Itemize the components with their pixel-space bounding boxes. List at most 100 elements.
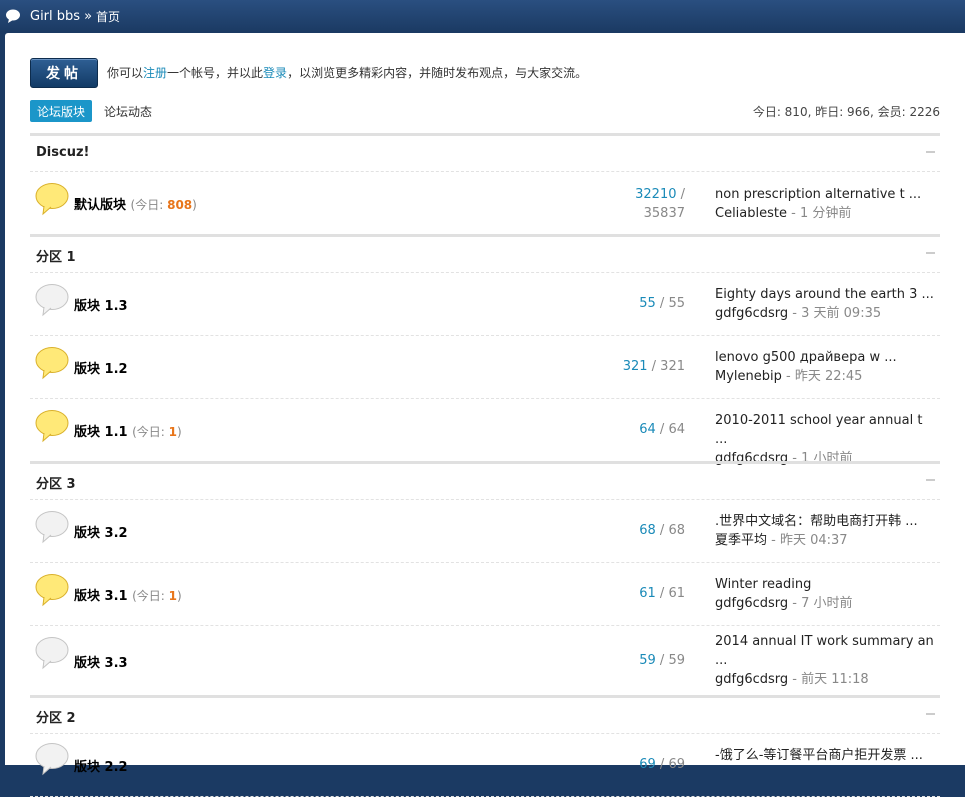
- forum-row: 版块 1.1 (今日: 1) 64 / 64 2010-2011 school …: [30, 399, 940, 466]
- forum-row: 版块 3.3 59 / 59 2014 annual IT work summa…: [30, 626, 940, 697]
- thread-post-counts: 321 / 321: [622, 359, 685, 374]
- breadcrumb-separator: »: [84, 8, 93, 24]
- register-link[interactable]: 注册: [143, 66, 167, 80]
- forum-name-text[interactable]: 版块 3.1: [74, 589, 128, 604]
- thread-count: 64: [639, 422, 656, 437]
- last-post: .世界中文域名：帮助电商打开韩 ... 夏季平均 - 昨天 04:37: [715, 512, 937, 550]
- today-count: (今日: 1): [132, 589, 182, 603]
- forum-name[interactable]: 版块 1.1 (今日: 1): [74, 421, 182, 440]
- group-name[interactable]: 分区 2: [36, 707, 76, 726]
- last-post: 2014 annual IT work summary an ... gdfg6c…: [715, 632, 937, 689]
- thread-count: 321: [622, 359, 648, 374]
- thread-post-counts: 64 / 64: [639, 422, 685, 437]
- today-label: 今日:: [135, 198, 168, 212]
- last-post-time: - 3 天前 09:35: [788, 306, 882, 321]
- thread-count: 59: [639, 653, 656, 668]
- last-post-title[interactable]: lenovo g500 драйвера w ...: [715, 350, 897, 365]
- thread-count: 68: [639, 523, 656, 538]
- main-content: 发帖 你可以注册一个帐号，并以此登录，以浏览更多精彩内容，并随时发布观点，与大家…: [5, 33, 965, 797]
- forum-name-text[interactable]: 版块 1.1: [74, 425, 128, 440]
- today-count: (今日: 808): [130, 198, 197, 212]
- forum-row: 版块 2.2 69 / 69 -饿了么-等订餐平台商户拒开发票 ...: [30, 734, 940, 797]
- forum-name[interactable]: 版块 3.2: [74, 522, 128, 541]
- last-post-title[interactable]: .世界中文域名：帮助电商打开韩 ...: [715, 514, 918, 529]
- notice-text-3: ，以浏览更多精彩内容，并随时发布观点，与大家交流。: [287, 66, 588, 80]
- new-posts-bubble-icon: [35, 183, 69, 216]
- last-post-title[interactable]: non prescription alternative t ...: [715, 187, 921, 202]
- last-post-time: - 昨天 04:37: [767, 533, 848, 548]
- last-post-user[interactable]: Celiableste: [715, 206, 787, 221]
- today-label: 今日:: [136, 589, 169, 603]
- last-post-title[interactable]: -饿了么-等订餐平台商户拒开发票 ...: [715, 748, 923, 763]
- notice-text-2: 一个帐号，并以此: [167, 66, 264, 80]
- tab-bar: 论坛版块 论坛动态 今日: 810, 昨日: 966, 会员: 2226: [30, 100, 940, 122]
- login-link[interactable]: 登录: [263, 66, 287, 80]
- forum-name[interactable]: 版块 3.3: [74, 652, 128, 671]
- last-post-user[interactable]: gdfg6cdsrg: [715, 596, 788, 611]
- today-number: 1: [168, 425, 177, 439]
- last-post-time: - 1 分钟前: [787, 206, 852, 221]
- collapse-icon[interactable]: [926, 252, 935, 254]
- last-post-user[interactable]: Mylenebip: [715, 369, 782, 384]
- no-new-posts-bubble-icon: [35, 743, 69, 776]
- group-header-1: 分区 1: [30, 234, 940, 273]
- thread-post-counts: 32210 /35837: [635, 187, 685, 221]
- forum-name[interactable]: 版块 3.1 (今日: 1): [74, 585, 182, 604]
- new-posts-bubble-icon: [35, 410, 69, 443]
- group-name[interactable]: 分区 1: [36, 246, 76, 265]
- post-count: 64: [668, 422, 685, 437]
- notice-text-1: 你可以: [107, 66, 144, 80]
- last-post-title[interactable]: 2010-2011 school year annual t ...: [715, 413, 922, 447]
- forum-row: 版块 3.2 68 / 68 .世界中文域名：帮助电商打开韩 ... 夏季平均 -…: [30, 500, 940, 563]
- last-post-time: - 7 小时前: [788, 596, 853, 611]
- today-number: 1: [168, 589, 177, 603]
- forum-row: 版块 1.2 321 / 321 lenovo g500 драйвера w …: [30, 336, 940, 399]
- thread-count: 32210: [635, 187, 677, 202]
- last-post-title[interactable]: Winter reading: [715, 577, 811, 592]
- tab-forums[interactable]: 论坛版块: [30, 100, 93, 122]
- forum-name[interactable]: 默认版块 (今日: 808): [74, 194, 197, 213]
- last-post: 2010-2011 school year annual t ... gdfg6c…: [715, 411, 937, 468]
- post-count: 35837: [643, 206, 685, 221]
- no-new-posts-bubble-icon: [35, 637, 69, 670]
- forum-name[interactable]: 版块 2.2: [74, 756, 128, 775]
- no-new-posts-bubble-icon: [35, 284, 69, 317]
- top-bar: Girl bbs » 首页: [0, 0, 965, 32]
- site-stats: 今日: 810, 昨日: 966, 会员: 2226: [752, 104, 940, 119]
- tab-feed[interactable]: 论坛动态: [104, 100, 152, 122]
- collapse-icon[interactable]: [926, 479, 935, 481]
- today-number: 808: [167, 198, 193, 212]
- new-posts-bubble-icon: [35, 574, 69, 607]
- last-post-title[interactable]: 2014 annual IT work summary an ...: [715, 634, 934, 668]
- last-post: -饿了么-等订餐平台商户拒开发票 ...: [715, 746, 937, 765]
- group-name[interactable]: 分区 3: [36, 473, 76, 492]
- thread-post-counts: 61 / 61: [639, 586, 685, 601]
- last-post-user[interactable]: gdfg6cdsrg: [715, 306, 788, 321]
- site-name-link[interactable]: Girl bbs: [30, 9, 80, 24]
- last-post-user[interactable]: 夏季平均: [715, 533, 767, 548]
- last-post-time: - 昨天 22:45: [781, 369, 863, 384]
- last-post-time: - 前天 11:18: [788, 672, 869, 687]
- today-label: 今日:: [136, 425, 169, 439]
- breadcrumb: Girl bbs » 首页: [5, 0, 120, 32]
- last-post-title[interactable]: Eighty days around the earth 3 ...: [715, 287, 934, 302]
- post-count: 61: [668, 586, 685, 601]
- post-count: 321: [660, 359, 685, 374]
- collapse-icon[interactable]: [926, 713, 935, 715]
- forum-row: 版块 1.3 55 / 55 Eighty days around the ea…: [30, 273, 940, 336]
- forum-name-text[interactable]: 默认版块: [74, 198, 126, 213]
- forum-name[interactable]: 版块 1.3: [74, 295, 128, 314]
- collapse-icon[interactable]: [926, 151, 935, 153]
- thread-count: 61: [639, 586, 656, 601]
- group-header-2: 分区 2: [30, 695, 940, 734]
- thread-post-counts: 55 / 55: [639, 296, 685, 311]
- group-name[interactable]: Discuz!: [36, 145, 89, 160]
- last-post-user[interactable]: gdfg6cdsrg: [715, 672, 788, 687]
- last-post: Eighty days around the earth 3 ... gdfg6c…: [715, 285, 937, 323]
- breadcrumb-current[interactable]: 首页: [96, 8, 120, 25]
- today-count: (今日: 1): [132, 425, 182, 439]
- chat-bubble-icon[interactable]: [5, 9, 21, 23]
- forum-name[interactable]: 版块 1.2: [74, 358, 128, 377]
- no-new-posts-bubble-icon: [35, 511, 69, 544]
- new-post-button[interactable]: 发帖: [30, 58, 98, 88]
